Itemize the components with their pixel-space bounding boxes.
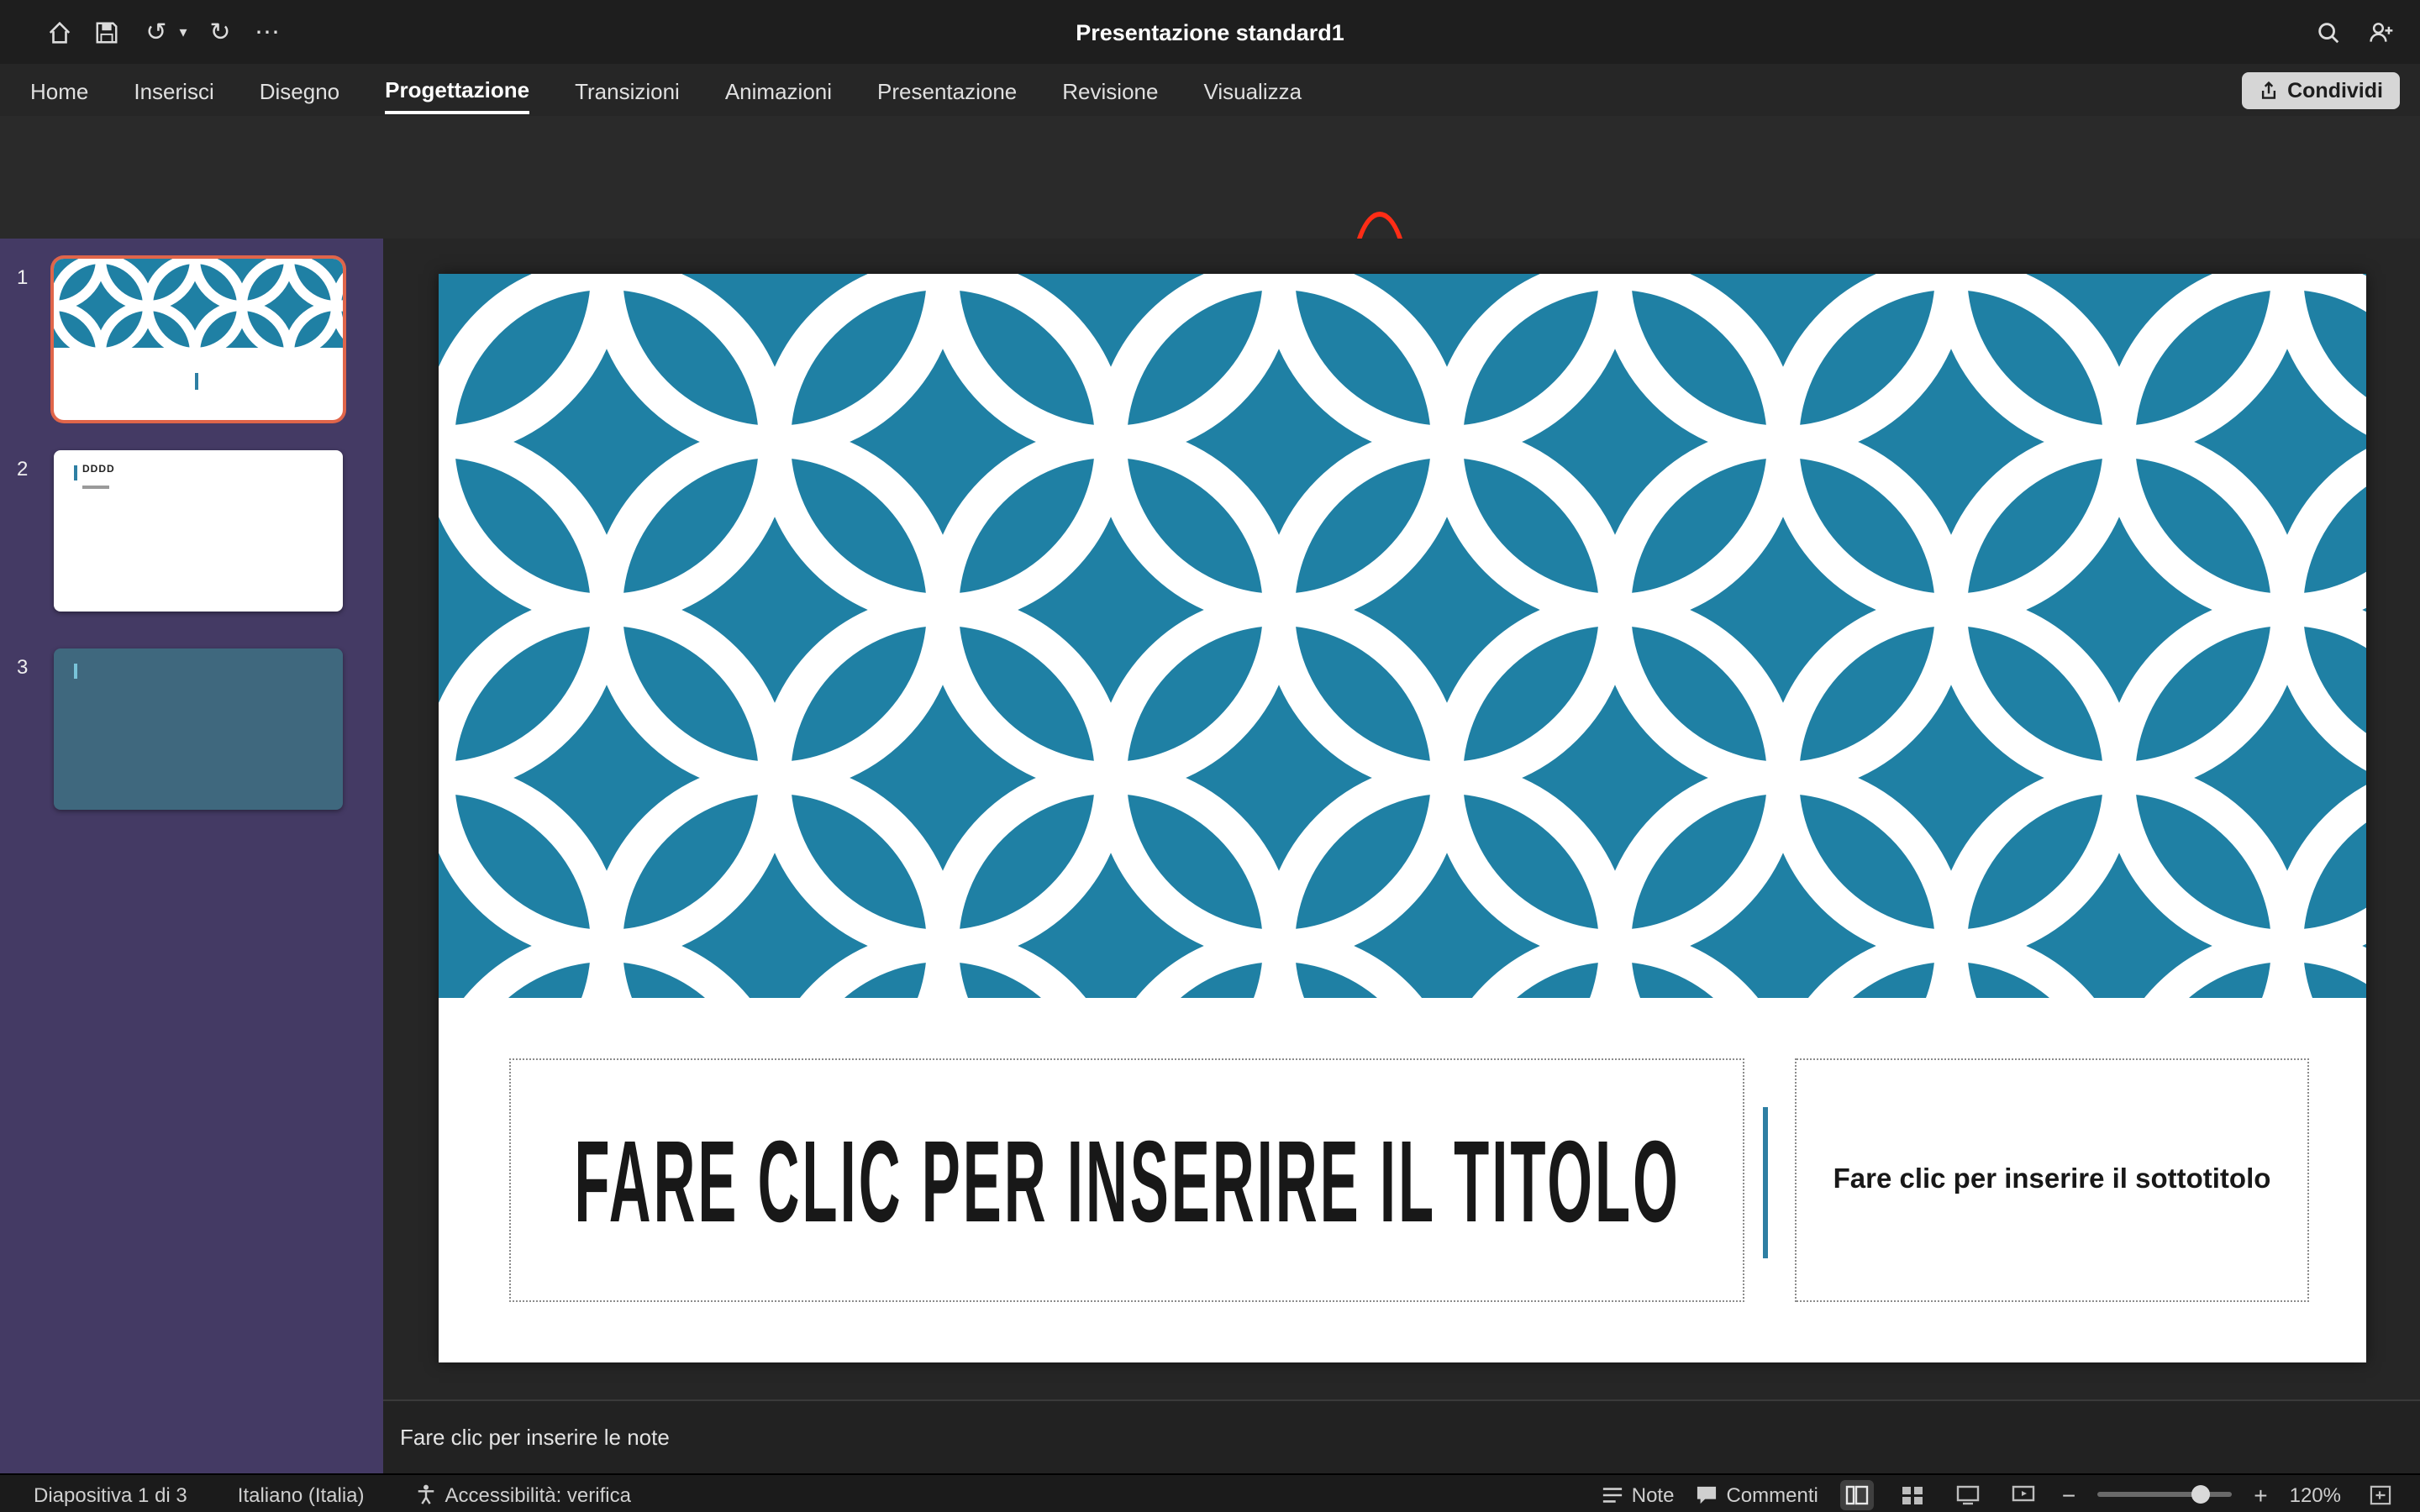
slide2-title-text: DDDD: [82, 465, 115, 475]
ribbon-tab-bar: Home Inserisci Disegno Progettazione Tra…: [0, 64, 2420, 116]
accessibility-icon: [415, 1483, 437, 1505]
zoom-level[interactable]: 120%: [2290, 1483, 2341, 1506]
slide-thumbnail-3[interactable]: [54, 648, 343, 810]
share-button-label: Condividi: [2287, 79, 2383, 102]
slide-sorter-icon: [1901, 1484, 1924, 1504]
notes-placeholder-text: Fare clic per inserire le note: [400, 1425, 670, 1450]
slide-editor-area: FARE CLIC PER INSERIRE IL TITOLO Fare cl…: [383, 239, 2420, 1399]
normal-view-button[interactable]: [1840, 1479, 1874, 1509]
zoom-out-button[interactable]: −: [2062, 1481, 2075, 1508]
tab-transizioni[interactable]: Transizioni: [575, 68, 680, 112]
status-bar: Diapositiva 1 di 3 Italiano (Italia) Acc…: [0, 1473, 2420, 1512]
slide-thumbnail-panel: 1 2 DDDD 3: [0, 239, 383, 1473]
normal-view-icon: [1845, 1484, 1869, 1504]
slide-number: 3: [17, 655, 28, 679]
slide-number: 2: [17, 457, 28, 480]
comments-toggle[interactable]: Commenti: [1696, 1483, 1818, 1506]
document-title: Presentazione standard1: [0, 0, 2420, 64]
tab-progettazione[interactable]: Progettazione: [385, 66, 529, 113]
notes-toggle[interactable]: Note: [1602, 1483, 1675, 1506]
tab-visualizza[interactable]: Visualizza: [1203, 68, 1302, 112]
zoom-in-button[interactable]: +: [2254, 1481, 2267, 1508]
language-selector[interactable]: Italiano (Italia): [238, 1483, 365, 1506]
text-cursor-mark: [195, 373, 198, 390]
accessibility-status[interactable]: Accessibilità: verifica: [415, 1483, 631, 1506]
titlebar: ↺ ▾ ↻ ⋯ Presentazione standard1: [0, 0, 2420, 64]
slide-canvas[interactable]: FARE CLIC PER INSERIRE IL TITOLO Fare cl…: [439, 274, 2366, 1362]
reading-view-button[interactable]: [1951, 1479, 1985, 1509]
search-icon[interactable]: [2312, 17, 2343, 47]
tab-disegno[interactable]: Disegno: [260, 68, 339, 112]
fit-slide-button[interactable]: [2363, 1479, 2396, 1509]
zoom-slider[interactable]: [2097, 1492, 2232, 1497]
subtitle-placeholder-text: Fare clic per inserire il sottotitolo: [1820, 1164, 2285, 1196]
slide-thumbnail-1[interactable]: [54, 259, 343, 420]
slide-thumbnail-2[interactable]: DDDD: [54, 450, 343, 612]
zoom-slider-knob[interactable]: [2191, 1485, 2210, 1504]
notes-pane[interactable]: Fare clic per inserire le note: [383, 1399, 2420, 1473]
share-user-icon[interactable]: [2366, 17, 2396, 47]
subtitle-placeholder[interactable]: Fare clic per inserire il sottotitolo: [1795, 1058, 2309, 1302]
share-button[interactable]: Condividi: [2242, 72, 2400, 109]
slide-indicator: Diapositiva 1 di 3: [34, 1483, 187, 1506]
title-placeholder-text: FARE CLIC PER INSERIRE IL TITOLO: [574, 1112, 1680, 1248]
slide-sorter-view-button[interactable]: [1896, 1479, 1929, 1509]
share-icon: [2259, 81, 2279, 101]
tab-inserisci[interactable]: Inserisci: [134, 68, 213, 112]
tab-home[interactable]: Home: [30, 68, 88, 112]
title-placeholder[interactable]: FARE CLIC PER INSERIRE IL TITOLO: [509, 1058, 1744, 1302]
title-subtitle-divider: [1763, 1107, 1768, 1258]
tab-animazioni[interactable]: Animazioni: [725, 68, 832, 112]
tab-presentazione[interactable]: Presentazione: [877, 68, 1017, 112]
comments-icon: [1696, 1484, 1718, 1504]
fit-slide-icon: [2369, 1484, 2391, 1504]
design-ribbon: ‹ Aa Aa Aa Aa Aa Aa: [0, 116, 2420, 240]
reading-view-icon: [1956, 1484, 1980, 1504]
app-window: ↺ ▾ ↻ ⋯ Presentazione standard1 Home Ins…: [0, 0, 2420, 1512]
slide-number: 1: [17, 265, 28, 289]
notes-icon: [1602, 1484, 1623, 1504]
slideshow-icon: [2012, 1484, 2035, 1504]
tab-revisione[interactable]: Revisione: [1062, 68, 1158, 112]
theme-pattern-graphic: [439, 274, 2366, 998]
slideshow-view-button[interactable]: [2007, 1479, 2040, 1509]
